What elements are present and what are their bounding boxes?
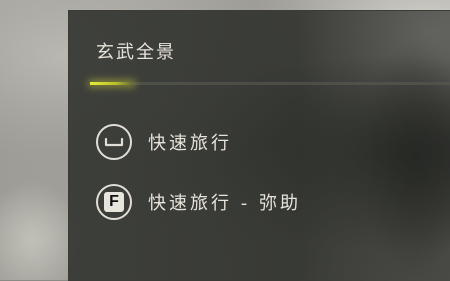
fast-travel-label: 快速旅行 <box>148 133 232 154</box>
panel-shade <box>331 11 450 281</box>
space-key-icon <box>96 124 132 160</box>
location-title: 玄武全景 <box>96 42 176 63</box>
fast-travel-yasuke-label: 快速旅行 - 弥助 <box>148 193 301 214</box>
f-key-icon: F <box>96 184 132 220</box>
exploration-progress-bar <box>90 82 450 85</box>
fast-travel-yasuke-action[interactable]: F 快速旅行 - 弥助 <box>96 182 301 222</box>
f-key-glyph: F <box>104 192 124 212</box>
fast-travel-action[interactable]: 快速旅行 <box>96 122 232 162</box>
exploration-progress-fill <box>90 82 134 85</box>
